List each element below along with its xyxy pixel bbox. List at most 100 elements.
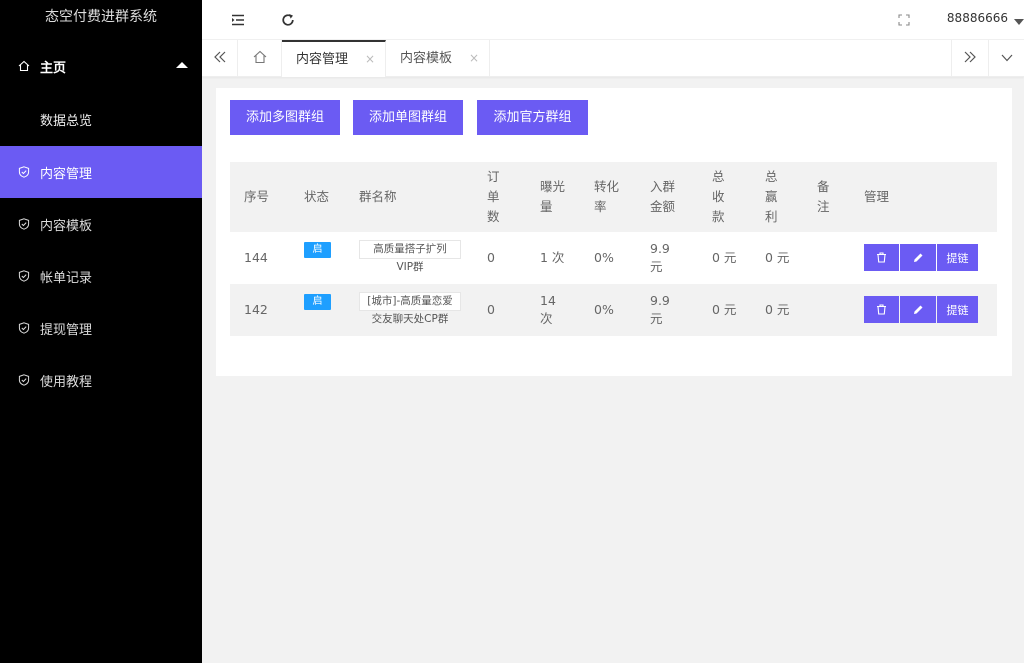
group-name-line: 交友聊天处CP群 xyxy=(371,313,449,325)
pencil-icon xyxy=(913,304,924,315)
table-row: 144 启 高质量搭子扩列 VIP群 0 1 次 0% 9.9 元 0 元 0 … xyxy=(230,232,997,284)
cell-orders: 0 xyxy=(487,302,495,317)
cell-profit: 0 元 xyxy=(765,250,790,265)
status-badge[interactable]: 启 xyxy=(304,294,331,310)
delete-button[interactable] xyxy=(864,296,899,323)
sidebar-item-content[interactable]: 内容管理 xyxy=(0,146,202,198)
edit-button[interactable] xyxy=(900,244,936,271)
header-text: 赢 xyxy=(765,189,778,204)
caret-down-icon xyxy=(1014,14,1024,29)
header-remark: 备 注 xyxy=(817,162,830,232)
tabs-scroll-left-button[interactable] xyxy=(202,40,238,77)
sidebar-item-label: 内容模板 xyxy=(40,218,93,234)
chevron-down-icon xyxy=(1001,51,1013,66)
sidebar-item-bills[interactable]: 帐单记录 xyxy=(0,250,202,302)
header-text: 曝光 xyxy=(540,179,566,194)
tab-content-template[interactable]: 内容模板 × xyxy=(386,40,490,77)
header-text: 数 xyxy=(487,209,500,224)
tabs-menu-button[interactable] xyxy=(988,40,1024,77)
double-chevron-left-icon xyxy=(213,51,227,67)
tabs-scroll-right-button[interactable] xyxy=(951,40,987,77)
header-manage: 管理 xyxy=(864,189,890,204)
tab-content-management[interactable]: 内容管理 × xyxy=(282,40,386,77)
sidebar-item-label: 提现管理 xyxy=(40,322,93,338)
header-text: 总 xyxy=(712,169,725,184)
status-badge[interactable]: 启 xyxy=(304,242,331,258)
app-title: 态空付费进群系统 xyxy=(45,9,157,25)
cell-text: 9.9 xyxy=(650,241,670,256)
add-official-group-button[interactable]: 添加官方群组 xyxy=(477,100,588,135)
tab-home[interactable] xyxy=(238,40,282,77)
cell-income: 0 元 xyxy=(712,302,737,317)
get-link-button[interactable]: 提链 xyxy=(937,296,978,323)
group-name-line: [城市]-高质量恋爱 xyxy=(359,292,461,311)
header-income: 总 收 款 xyxy=(712,162,725,232)
cell-fee: 9.9 元 xyxy=(650,232,670,284)
header-text: 单 xyxy=(487,189,500,204)
delete-button[interactable] xyxy=(864,244,899,271)
home-icon xyxy=(18,60,30,72)
shield-check-icon xyxy=(18,218,30,230)
header-status: 状态 xyxy=(304,189,330,204)
sidebar-group-label: 主页 xyxy=(40,60,67,76)
caret-up-icon xyxy=(176,62,188,68)
double-chevron-right-icon xyxy=(963,51,977,67)
header-name: 群名称 xyxy=(359,189,397,204)
get-link-button[interactable]: 提链 xyxy=(937,244,978,271)
add-single-image-group-button[interactable]: 添加单图群组 xyxy=(353,100,463,135)
header-text: 量 xyxy=(540,199,553,214)
cell-seq: 142 xyxy=(244,302,268,317)
cell-text: 元 xyxy=(650,311,663,326)
table-row: 142 启 [城市]-高质量恋爱 交友聊天处CP群 0 14 次 0% 9.9 … xyxy=(230,284,997,336)
sidebar-item-tutorial[interactable]: 使用教程 xyxy=(0,354,202,406)
sidebar-item-label: 内容管理 xyxy=(40,166,93,182)
tab-close-icon[interactable]: × xyxy=(365,42,375,77)
shield-check-icon xyxy=(18,322,30,334)
header-text: 款 xyxy=(712,209,725,224)
header-text: 订 xyxy=(487,169,500,184)
group-name-line: 高质量搭子扩列 xyxy=(359,240,461,259)
fullscreen-button[interactable] xyxy=(884,0,924,40)
cell-views: 1 次 xyxy=(540,232,564,284)
add-multi-image-group-button[interactable]: 添加多图群组 xyxy=(230,100,340,135)
header-text: 备 xyxy=(817,179,830,194)
cell-views: 14 次 xyxy=(540,284,556,336)
cell-conversion: 0% xyxy=(594,302,614,317)
header-text: 金额 xyxy=(650,199,676,214)
cell-conversion: 0% xyxy=(594,250,614,265)
tabs-bar: 内容管理 × 内容模板 × xyxy=(202,40,1024,77)
header-orders: 订 单 数 xyxy=(487,162,500,232)
header-text: 注 xyxy=(817,199,830,214)
sidebar-item-overview[interactable]: 数据总览 xyxy=(0,98,202,146)
sidebar-item-withdraw[interactable]: 提现管理 xyxy=(0,302,202,354)
header-text: 转化 xyxy=(594,179,620,194)
trash-icon xyxy=(876,252,887,263)
header-text: 总 xyxy=(765,169,778,184)
shield-check-icon xyxy=(18,166,30,178)
sidebar-group-home[interactable]: 主页 xyxy=(0,34,202,98)
sidebar: 态空付费进群系统 主页 数据总览 内容管理 内容模板 帐单记录 提现管理 使用教… xyxy=(0,0,202,663)
cell-income: 0 元 xyxy=(712,250,737,265)
user-menu[interactable]: 88886666 xyxy=(947,0,1008,40)
cell-text: 1 次 xyxy=(540,250,565,265)
tab-label: 内容模板 xyxy=(400,51,453,66)
header-text: 收 xyxy=(712,189,725,204)
table-header: 序号 状态 群名称 订 单 数 曝光 量 转化 率 入群 金额 总 收 款 总 … xyxy=(230,162,997,232)
top-header: 88886666 xyxy=(202,0,1024,40)
edit-button[interactable] xyxy=(900,296,936,323)
trash-icon xyxy=(876,304,887,315)
sidebar-item-template[interactable]: 内容模板 xyxy=(0,198,202,250)
cell-profit: 0 元 xyxy=(765,302,790,317)
shield-check-icon xyxy=(18,270,30,282)
cell-seq: 144 xyxy=(244,250,268,265)
cell-group-name: 高质量搭子扩列 VIP群 xyxy=(359,240,461,276)
header-text: 入群 xyxy=(650,179,676,194)
refresh-button[interactable] xyxy=(268,0,308,40)
cell-group-name: [城市]-高质量恋爱 交友聊天处CP群 xyxy=(359,292,461,328)
shield-check-icon xyxy=(18,374,30,386)
header-profit: 总 赢 利 xyxy=(765,162,778,232)
tab-close-icon[interactable]: × xyxy=(469,40,479,77)
home-icon xyxy=(253,50,267,68)
sidebar-item-label: 使用教程 xyxy=(40,374,93,390)
menu-fold-button[interactable] xyxy=(218,0,258,40)
